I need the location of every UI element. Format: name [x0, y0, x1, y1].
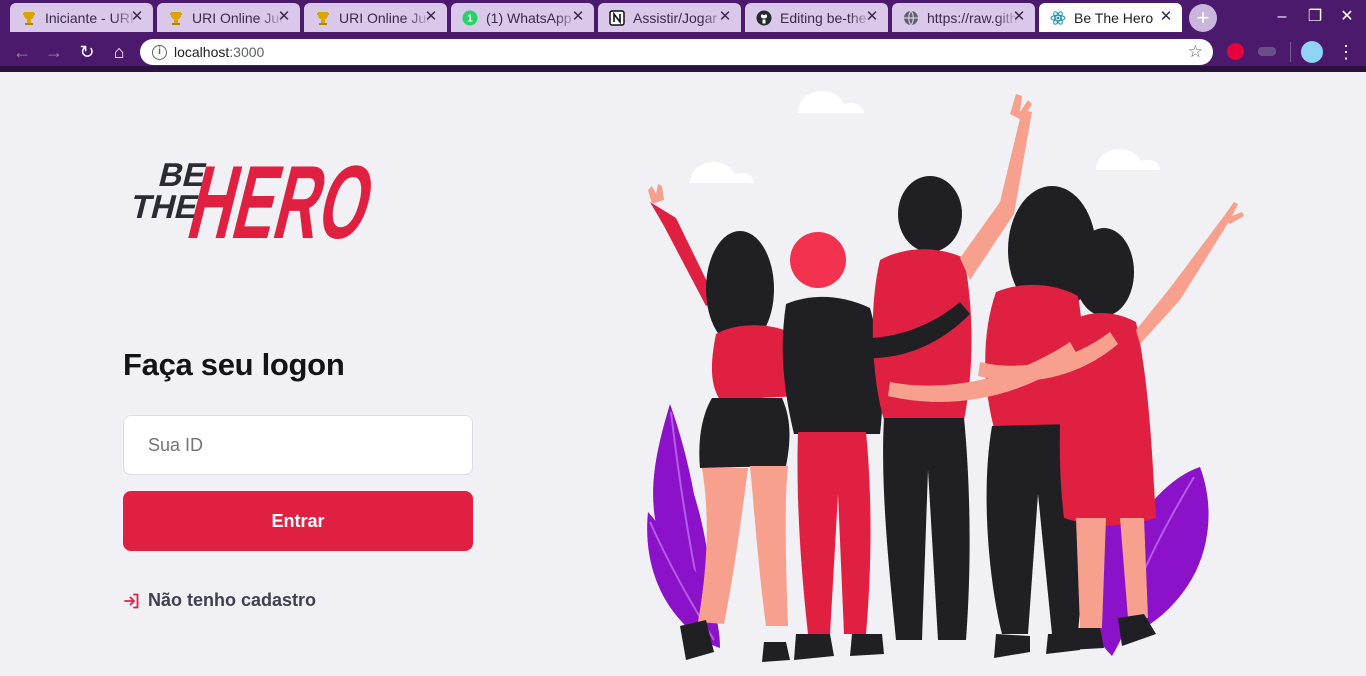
window-close-icon[interactable]: ✕ [1336, 6, 1358, 28]
bookmark-star-icon[interactable]: ☆ [1188, 42, 1203, 62]
register-link[interactable]: Não tenho cadastro [123, 590, 316, 611]
extension-icon[interactable] [1227, 43, 1244, 60]
register-link-label: Não tenho cadastro [148, 590, 317, 610]
browser-tab-active[interactable]: Be The Hero ✕ [1039, 3, 1182, 32]
address-port: :3000 [229, 44, 265, 60]
browser-tab[interactable]: Iniciante - URI Online Judge ✕ [10, 3, 153, 32]
trophy-icon [168, 10, 184, 26]
address-url: localhost:3000 [174, 44, 264, 60]
close-icon[interactable]: ✕ [717, 9, 733, 25]
notion-icon [609, 9, 625, 26]
browser-tab[interactable]: Assistir/Jogar ✕ [598, 3, 741, 32]
login-button[interactable]: Entrar [123, 491, 473, 551]
trophy-icon [21, 10, 37, 26]
id-input[interactable] [123, 415, 473, 475]
tab-title: https://raw.githubusercontent.com [927, 9, 1019, 26]
info-icon[interactable]: i [152, 44, 167, 60]
browser-tab[interactable]: URI Online Judge ✕ [157, 3, 300, 32]
logon-page: BE THE HERO Faça seu logon Entrar Não te… [0, 72, 1366, 676]
minimize-icon[interactable]: – [1271, 6, 1293, 28]
close-icon[interactable]: ✕ [423, 9, 439, 25]
browser-tab-strip: Iniciante - URI Online Judge ✕ URI Onlin… [0, 0, 1366, 34]
trophy-icon [315, 10, 331, 26]
browser-tab[interactable]: URI Online Judge ✕ [304, 3, 447, 32]
browser-tab[interactable]: Editing be-the-hero ✕ [745, 3, 888, 32]
whatsapp-icon: 1 [462, 10, 478, 26]
github-icon [756, 10, 772, 26]
extension-icon[interactable] [1258, 47, 1276, 56]
address-host: localhost [174, 44, 230, 60]
heroes-illustration [647, 91, 1244, 662]
back-button[interactable]: ← [10, 40, 34, 64]
close-icon[interactable]: ✕ [276, 9, 292, 25]
close-icon[interactable]: ✕ [570, 9, 586, 25]
tab-title: (1) WhatsApp [486, 9, 572, 26]
browser-tab[interactable]: https://raw.githubusercontent.com ✕ [892, 3, 1035, 32]
tab-title: Assistir/Jogar [633, 9, 718, 26]
forward-button[interactable]: → [42, 40, 66, 64]
tab-title: Iniciante - URI Online Judge [45, 9, 137, 26]
close-icon[interactable]: ✕ [1158, 9, 1174, 25]
tab-title: URI Online Judge [339, 9, 431, 26]
login-icon [124, 593, 139, 608]
page-title: Faça seu logon [123, 347, 345, 382]
be-the-hero-logo: BE THE HERO [127, 144, 374, 242]
svg-text:1: 1 [467, 13, 473, 24]
globe-icon [903, 10, 919, 26]
restore-icon[interactable]: ❐ [1304, 6, 1326, 28]
menu-icon[interactable]: ⋮ [1336, 40, 1356, 64]
tab-title: Be The Hero [1074, 9, 1154, 26]
home-button[interactable]: ⌂ [107, 40, 131, 64]
avatar[interactable] [1301, 41, 1323, 63]
logo-hero: HERO [178, 144, 374, 242]
address-bar[interactable]: i localhost:3000 ☆ [140, 39, 1213, 65]
tab-title: URI Online Judge [192, 9, 284, 26]
reload-button[interactable]: ↻ [75, 40, 99, 64]
new-tab-button[interactable]: + [1189, 4, 1217, 32]
tab-title: Editing be-the-hero [780, 9, 872, 26]
toolbar-divider [1290, 42, 1291, 62]
close-icon[interactable]: ✕ [1011, 9, 1027, 25]
browser-tab[interactable]: 1 (1) WhatsApp ✕ [451, 3, 594, 32]
react-icon [1050, 10, 1066, 26]
close-icon[interactable]: ✕ [129, 9, 145, 25]
browser-toolbar: ← → ↻ ⌂ i localhost:3000 ☆ [0, 34, 1366, 70]
close-icon[interactable]: ✕ [864, 9, 880, 25]
